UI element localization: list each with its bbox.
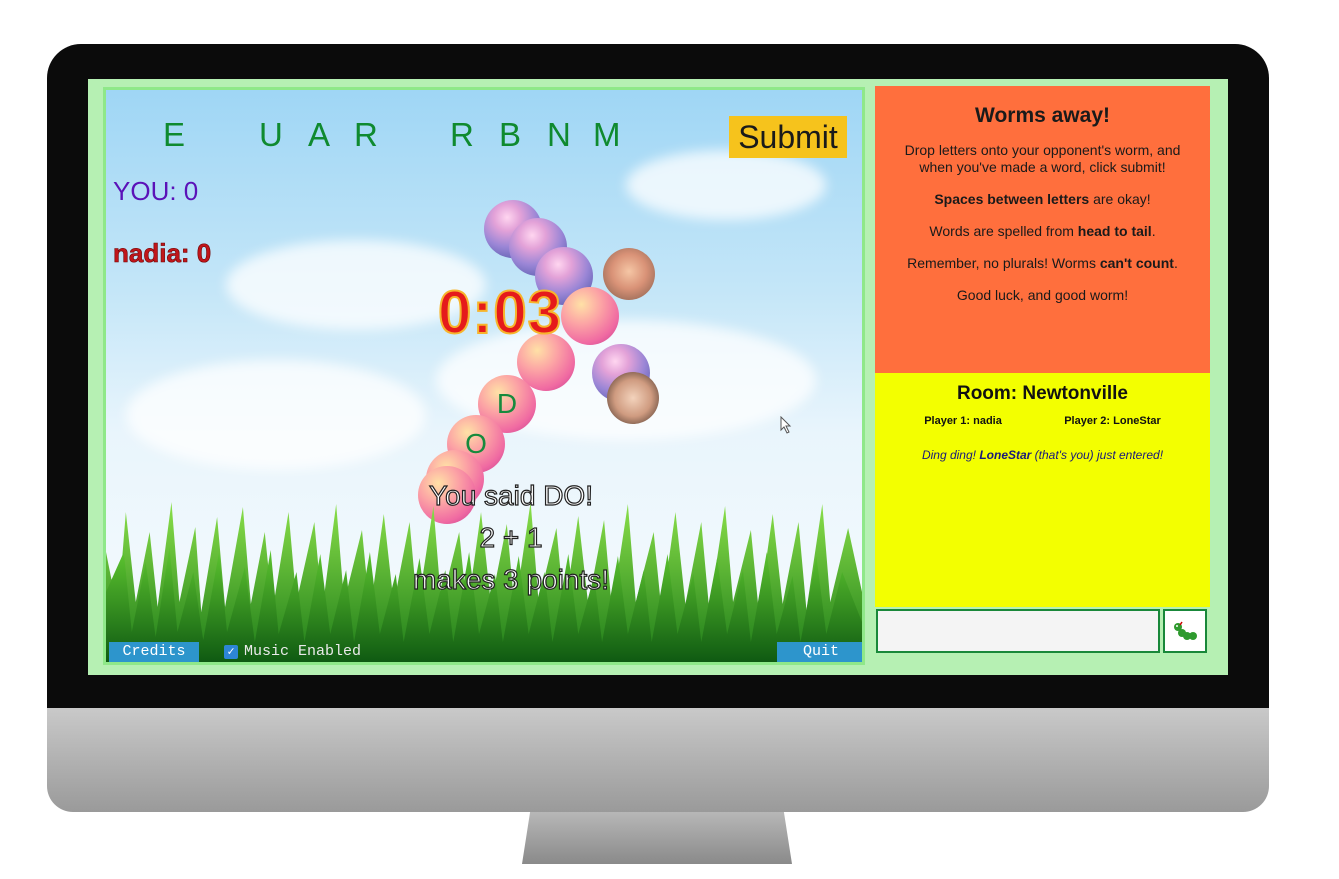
rules-line: Spaces between letters are okay! [934, 191, 1151, 207]
rules-panel: Worms away! Drop letters onto your oppon… [875, 86, 1210, 373]
rack-letter[interactable]: M [593, 116, 621, 154]
room-panel: Room: Newtonville Player 1: nadia Player… [875, 373, 1210, 607]
rack-letter[interactable]: R [450, 116, 474, 154]
score-you: YOU: 0 [113, 176, 199, 206]
game-board: E U A R R B N M Submit YOU: 0 nadia: 0 D… [103, 87, 865, 665]
rack-letter[interactable]: R [354, 116, 378, 154]
timer: 0:03 [437, 278, 563, 347]
rules-line: Drop letters onto your opponent's worm, … [904, 142, 1181, 175]
worm-icon [1174, 621, 1197, 640]
rules-line: Remember, no plurals! Worms can't count. [907, 255, 1178, 271]
letter-rack: E U A R R B N M [106, 116, 666, 156]
quit-button[interactable]: Quit [777, 642, 862, 662]
rack-letter[interactable]: A [308, 116, 330, 154]
player-1: Player 1: nadia [924, 415, 1002, 427]
score-message: 2 + 1 [479, 521, 543, 553]
monitor-chin [47, 708, 1269, 812]
player-avatar [603, 248, 655, 300]
submit-button[interactable]: Submit [729, 116, 847, 158]
chat-notice: Ding ding! LoneStar (that's you) just en… [921, 448, 1164, 462]
player-avatar [607, 372, 659, 424]
credits-button[interactable]: Credits [109, 642, 199, 662]
rules-title: Worms away! [975, 104, 1110, 127]
rack-letter[interactable]: N [547, 116, 571, 154]
check-icon[interactable]: ✓ [224, 644, 238, 659]
cloud [626, 150, 826, 220]
player-list: Player 1: nadia Player 2: LoneStar [875, 415, 1210, 427]
worm-segment [561, 287, 619, 345]
rack-letter[interactable]: E [163, 116, 185, 154]
music-label: Music Enabled [244, 643, 362, 660]
score-opponent: nadia: 0 [113, 238, 212, 269]
chat-input[interactable] [876, 609, 1160, 653]
score-message: makes 3 points! [412, 563, 610, 595]
rules-line: Good luck, and good worm! [956, 287, 1129, 303]
rules-line: Words are spelled from head to tail. [929, 223, 1156, 239]
mouse-cursor-icon [780, 416, 792, 434]
chat-send-button[interactable] [1163, 609, 1207, 653]
rack-letter[interactable]: U [259, 116, 283, 154]
player-2: Player 2: LoneStar [1064, 415, 1161, 427]
monitor-stand [522, 812, 792, 864]
cloud [126, 360, 426, 470]
rack-letter[interactable]: B [499, 116, 521, 154]
score-message: You said DO! [428, 479, 593, 511]
screen: E U A R R B N M Submit YOU: 0 nadia: 0 D… [88, 79, 1228, 675]
room-title: Room: Newtonville [956, 383, 1128, 404]
music-toggle[interactable]: ✓ Music Enabled [224, 643, 361, 660]
